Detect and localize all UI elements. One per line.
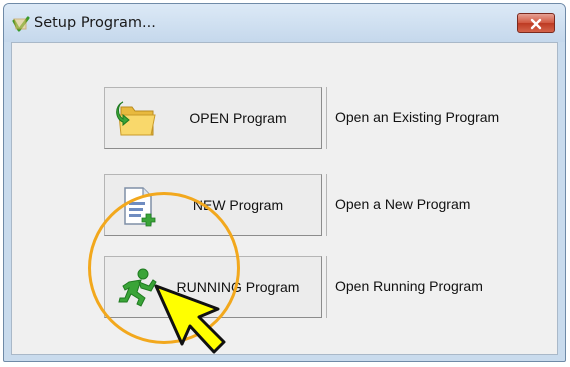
open-program-description: Open an Existing Program <box>326 87 517 149</box>
setup-program-dialog: Setup Program... OPEN Program Open an Ex… <box>3 3 566 362</box>
new-program-description: Open a New Program <box>326 174 517 236</box>
dialog-content: OPEN Program Open an Existing Program NE… <box>11 42 558 355</box>
open-program-label: OPEN Program <box>189 110 287 126</box>
open-folder-icon <box>115 97 159 141</box>
option-new-program: NEW Program Open a New Program <box>104 174 524 236</box>
title-bar: Setup Program... <box>4 4 565 42</box>
window-title: Setup Program... <box>34 15 156 31</box>
new-program-button[interactable]: NEW Program <box>104 174 322 236</box>
running-man-icon <box>115 266 159 310</box>
close-button[interactable] <box>517 13 555 33</box>
setup-program-icon <box>12 15 30 33</box>
new-program-label: NEW Program <box>192 197 284 213</box>
running-program-button[interactable]: RUNNING Program <box>104 256 322 318</box>
new-document-icon <box>115 184 159 228</box>
option-open-program: OPEN Program Open an Existing Program <box>104 87 524 149</box>
open-program-button[interactable]: OPEN Program <box>104 87 322 149</box>
close-icon <box>530 18 542 30</box>
option-running-program: RUNNING Program Open Running Program <box>104 256 524 318</box>
running-program-description: Open Running Program <box>326 256 517 318</box>
running-program-label: RUNNING Program <box>176 279 300 295</box>
